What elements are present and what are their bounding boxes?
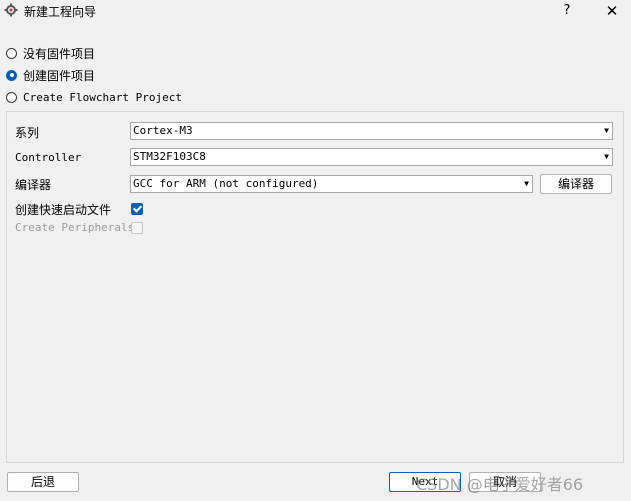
controller-dropdown[interactable]: STM32F103C8 ▼ — [130, 148, 613, 166]
controller-label: Controller — [15, 151, 82, 164]
quick-start-checkbox[interactable] — [131, 203, 143, 215]
controller-value: STM32F103C8 — [133, 150, 206, 163]
peripherals-checkbox — [131, 222, 143, 234]
radio-create-flowchart[interactable]: Create Flowchart Project — [6, 89, 182, 105]
quick-start-label: 创建快速启动文件 — [15, 203, 112, 217]
help-button[interactable]: ? — [554, 0, 580, 22]
app-icon — [4, 3, 18, 17]
back-button[interactable]: 后退 — [7, 472, 79, 492]
peripherals-label: Create Peripherals — [15, 221, 135, 234]
compiler-dropdown[interactable]: GCC for ARM (not configured) ▼ — [130, 175, 533, 193]
radio-label-create-firmware: 创建固件项目 — [23, 68, 96, 83]
series-dropdown[interactable]: Cortex-M3 ▼ — [130, 122, 613, 140]
title-bar: 新建工程向导 ? ✕ — [0, 0, 631, 22]
radio-button-checked[interactable] — [6, 69, 17, 81]
dropdown-arrow-icon: ▼ — [604, 152, 609, 161]
compiler-value: GCC for ARM (not configured) — [133, 177, 319, 190]
compiler-button[interactable]: 编译器 — [540, 174, 612, 194]
series-value: Cortex-M3 — [133, 124, 193, 137]
close-button[interactable]: ✕ — [598, 0, 626, 22]
radio-create-firmware[interactable]: 创建固件项目 — [6, 67, 95, 83]
next-button[interactable]: Next — [389, 472, 461, 492]
dropdown-arrow-icon: ▼ — [604, 126, 609, 135]
radio-label-create-flowchart: Create Flowchart Project — [23, 90, 182, 104]
radio-label-no-firmware: 没有固件项目 — [23, 46, 96, 61]
compiler-label: 编译器 — [15, 178, 52, 192]
cancel-button[interactable]: 取消 — [469, 472, 541, 492]
dropdown-arrow-icon: ▼ — [524, 179, 529, 188]
window-title: 新建工程向导 — [24, 5, 97, 19]
radio-button-unchecked[interactable] — [6, 91, 17, 103]
radio-no-firmware[interactable]: 没有固件项目 — [6, 45, 95, 61]
series-label: 系列 — [15, 126, 40, 140]
radio-button-unchecked[interactable] — [6, 47, 17, 59]
